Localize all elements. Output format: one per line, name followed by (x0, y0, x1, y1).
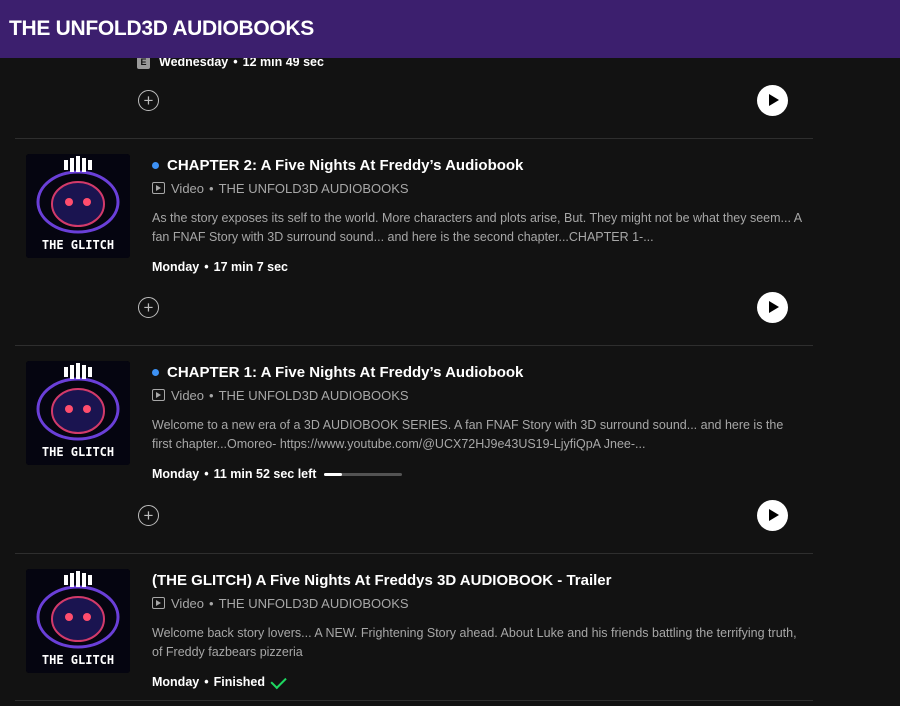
episode-thumbnail[interactable]: THE GLITCH (26, 361, 130, 465)
episode-day: Monday (152, 260, 200, 274)
episode-description: Welcome back story lovers... A NEW. Frig… (152, 626, 797, 659)
episode-duration: Finished (213, 675, 266, 689)
play-button[interactable] (757, 85, 788, 116)
divider (15, 700, 813, 701)
episode-description: Welcome to a new era of a 3D AUDIOBOOK S… (152, 418, 784, 451)
unplayed-dot (152, 161, 159, 169)
show-name[interactable]: THE UNFOLD3D AUDIOBOOKS (219, 596, 409, 611)
video-icon (152, 182, 165, 194)
divider (15, 553, 813, 554)
progress-bar (324, 472, 403, 476)
episode-thumbnail[interactable]: THE GLITCH (26, 154, 130, 258)
video-icon (152, 597, 165, 609)
add-to-library-button[interactable]: + (138, 90, 159, 111)
thumbnail-text: THE GLITCH (42, 238, 114, 252)
episode-description: As the story exposes its self to the wor… (152, 211, 802, 244)
thumbnail-text: THE GLITCH (42, 653, 114, 667)
plus-circle-icon: + (143, 297, 154, 317)
episode-type: Video (171, 387, 205, 403)
episode-title[interactable]: CHAPTER 1: A Five Nights At Freddy’s Aud… (167, 364, 523, 381)
thumbnail-text: THE GLITCH (42, 445, 114, 459)
episode-day: Monday (152, 675, 200, 689)
episode-type: Video (171, 595, 205, 611)
episode-title[interactable]: (THE GLITCH) A Five Nights At Freddys 3D… (152, 572, 612, 589)
show-header: THE UNFOLD3D AUDIOBOOKS (0, 0, 900, 58)
show-title: THE UNFOLD3D AUDIOBOOKS (9, 17, 314, 40)
episode-content: CHAPTER 1: A Five Nights At Freddy’s Aud… (152, 362, 812, 483)
episode-duration: 11 min 52 sec left (213, 467, 317, 481)
plus-circle-icon: + (143, 90, 154, 110)
add-to-library-button[interactable]: + (138, 297, 159, 318)
episode-content: (THE GLITCH) A Five Nights At Freddys 3D… (152, 570, 812, 691)
progress-fill (324, 472, 342, 476)
play-button[interactable] (757, 292, 788, 323)
episode-duration: 17 min 7 sec (213, 260, 288, 274)
unplayed-dot (152, 368, 159, 376)
video-icon (152, 389, 165, 401)
play-button[interactable] (757, 500, 788, 531)
show-name[interactable]: THE UNFOLD3D AUDIOBOOKS (219, 181, 409, 196)
plus-circle-icon: + (143, 505, 154, 525)
episode-day: Monday (152, 467, 200, 481)
show-name[interactable]: THE UNFOLD3D AUDIOBOOKS (219, 388, 409, 403)
episode-type: Video (171, 180, 205, 196)
divider (15, 138, 813, 139)
episode-title[interactable]: CHAPTER 2: A Five Nights At Freddy’s Aud… (167, 157, 523, 174)
divider (15, 345, 813, 346)
check-icon (270, 672, 287, 689)
episode-thumbnail[interactable]: THE GLITCH (26, 569, 130, 673)
add-to-library-button[interactable]: + (138, 505, 159, 526)
episode-content: CHAPTER 2: A Five Nights At Freddy’s Aud… (152, 156, 802, 274)
